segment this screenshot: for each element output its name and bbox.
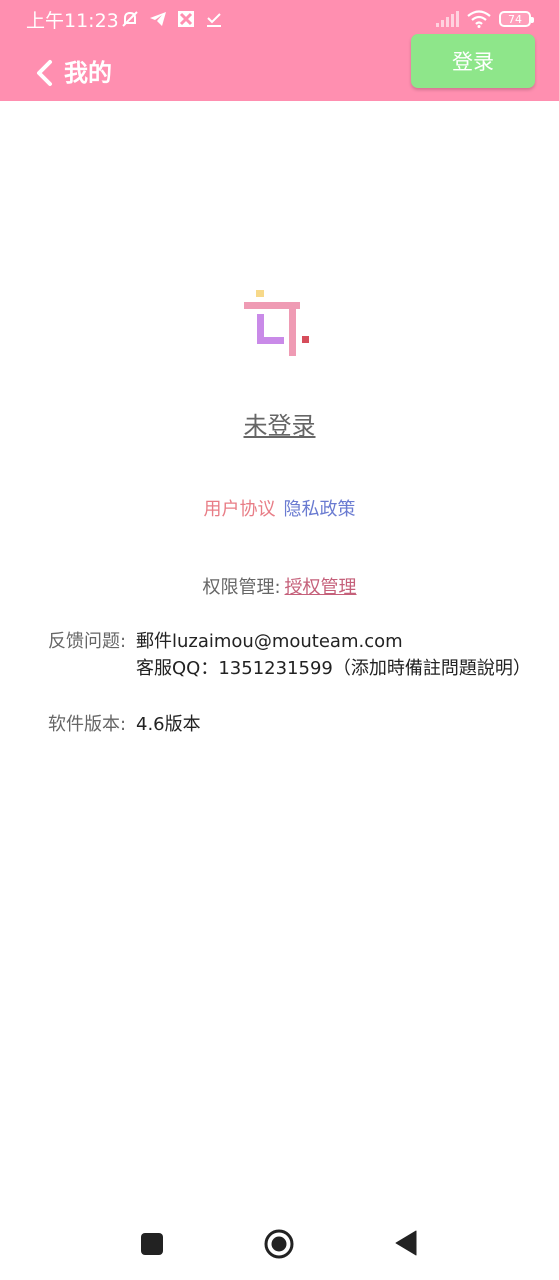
battery-level: 74 — [508, 12, 522, 26]
telegram-icon — [150, 12, 166, 26]
page-title: 我的 — [64, 59, 112, 87]
version-value: 4.6版本 — [136, 714, 201, 735]
version-label: 软件版本: — [48, 714, 127, 735]
feedback-email: 郵件luzaimou@mouteam.com — [136, 631, 403, 652]
login-button[interactable]: 登录 — [411, 34, 535, 88]
app-header: 上午11:23 74 我的 登录 — [0, 0, 559, 101]
mute-icon — [122, 11, 138, 27]
user-agreement-link[interactable]: 用户协议 — [204, 499, 276, 520]
login-status-link[interactable]: 未登录 — [0, 409, 559, 443]
permission-label: 权限管理: — [202, 577, 281, 598]
status-left-icons — [120, 9, 224, 29]
status-right-icons: 74 — [435, 10, 534, 28]
chevron-left-icon — [37, 60, 52, 86]
back-button[interactable] — [30, 56, 58, 90]
agreement-links: 用户协议 隐私政策 — [0, 497, 559, 523]
app-notification-icon — [178, 11, 194, 27]
feedback-qq: 客服QQ：1351231599（添加時備註問題說明） — [136, 658, 531, 679]
home-button[interactable] — [264, 1229, 294, 1259]
recent-apps-button[interactable] — [141, 1233, 163, 1255]
app-logo — [244, 290, 309, 356]
system-navigation-bar — [0, 1205, 559, 1280]
signal-icon — [436, 11, 459, 27]
wifi-icon — [467, 10, 491, 28]
permission-row: 权限管理: 授权管理 — [0, 575, 559, 601]
feedback-label: 反馈问题: — [48, 631, 127, 652]
privacy-policy-link[interactable]: 隐私政策 — [284, 499, 356, 520]
battery-indicator: 74 — [499, 11, 534, 27]
status-time: 上午11:23 — [26, 10, 119, 32]
permission-management-link[interactable]: 授权管理 — [285, 577, 357, 598]
download-done-icon — [207, 13, 221, 27]
system-back-button[interactable] — [395, 1230, 417, 1256]
